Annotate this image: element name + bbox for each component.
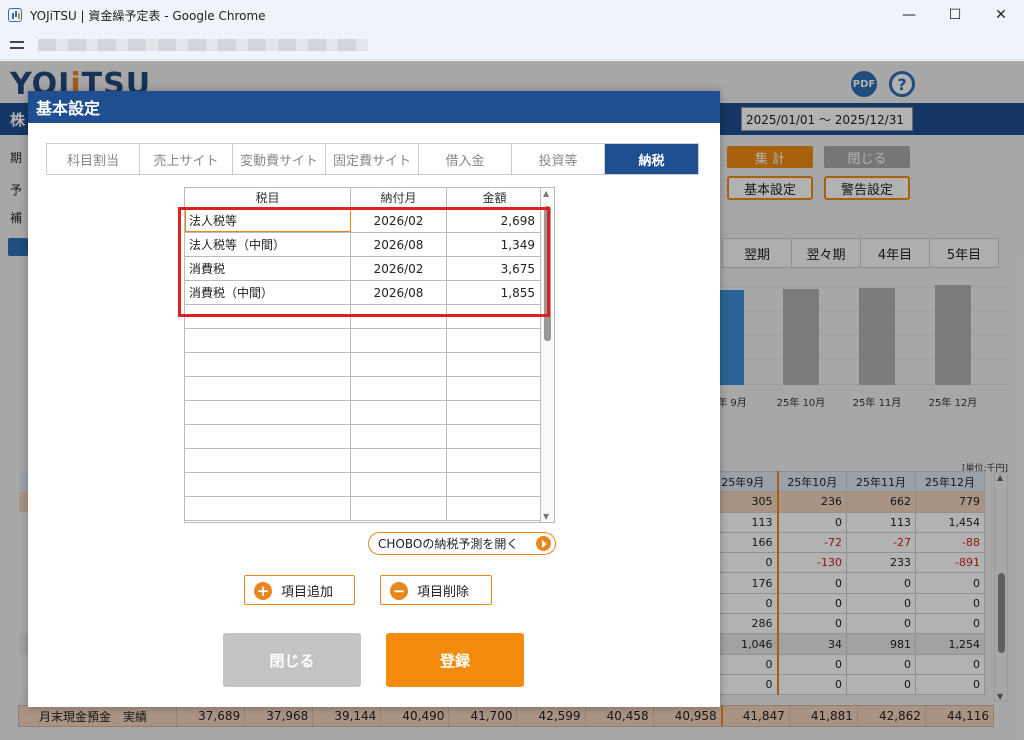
tax-item-cell[interactable] [185,449,351,472]
payment-month-cell[interactable] [351,449,447,472]
col-payment-month: 納付月 [351,188,447,208]
browser-title-bar: YOJiTSU | 資金繰予定表 - Google Chrome — ☐ ✕ [0,0,1024,30]
highlight-box [178,207,550,317]
maximize-button[interactable]: ☐ [932,0,978,30]
payment-month-cell[interactable] [351,377,447,400]
minus-icon: − [390,582,408,600]
payment-month-cell[interactable] [351,329,447,352]
tab-4[interactable]: 借入金 [419,144,512,174]
delete-item-button[interactable]: − 項目削除 [380,575,492,605]
payment-month-cell[interactable] [351,401,447,424]
register-button[interactable]: 登録 [386,633,524,687]
amount-cell[interactable] [447,497,540,520]
address-bar [0,30,1024,60]
tab-3[interactable]: 固定費サイト [326,144,419,174]
site-settings-icon[interactable] [10,39,24,51]
tax-row[interactable] [185,329,540,353]
tax-item-cell[interactable] [185,425,351,448]
add-item-button[interactable]: + 項目追加 [244,575,355,605]
tax-row[interactable] [185,473,540,497]
amount-cell[interactable] [447,329,540,352]
tax-row[interactable] [185,449,540,473]
tax-item-cell[interactable] [185,473,351,496]
dialog-close-button[interactable]: 閉じる [223,633,361,687]
settings-tabs: 科目割当 売上サイト 変動費サイト 固定費サイト 借入金 投資等 納税 [46,143,699,175]
amount-cell[interactable] [447,377,540,400]
amount-cell[interactable] [447,449,540,472]
col-tax-item: 税目 [185,188,351,208]
dialog-title: 基本設定 [28,91,720,123]
tax-item-cell[interactable] [185,377,351,400]
tax-item-cell[interactable] [185,497,351,520]
plus-icon: + [254,582,272,600]
tab-6[interactable]: 納税 [605,144,698,174]
basic-settings-dialog: 基本設定 科目割当 売上サイト 変動費サイト 固定費サイト 借入金 投資等 納税 税目 納付… [28,91,720,707]
arrow-right-icon [536,536,551,551]
yojitsu-app-icon [8,8,22,22]
tax-item-cell[interactable] [185,329,351,352]
amount-cell[interactable] [447,425,540,448]
tax-row[interactable] [185,401,540,425]
minimize-button[interactable]: — [886,0,932,30]
tax-row[interactable] [185,377,540,401]
tax-row[interactable] [185,425,540,449]
tab-0[interactable]: 科目割当 [47,144,140,174]
window-title: YOJiTSU | 資金繰予定表 - Google Chrome [30,8,266,23]
tax-item-cell[interactable] [185,353,351,376]
tax-row[interactable] [185,353,540,377]
blurred-url[interactable] [38,38,368,51]
tax-item-cell[interactable] [185,401,351,424]
amount-cell[interactable] [447,353,540,376]
payment-month-cell[interactable] [351,425,447,448]
col-amount: 金額 [447,188,540,208]
amount-cell[interactable] [447,401,540,424]
payment-month-cell[interactable] [351,473,447,496]
tax-row[interactable] [185,497,540,521]
chobo-tax-forecast-link[interactable]: CHOBOの納税予測を開く [368,532,556,555]
tab-1[interactable]: 売上サイト [140,144,233,174]
tab-5[interactable]: 投資等 [512,144,605,174]
close-window-button[interactable]: ✕ [978,0,1024,30]
tab-2[interactable]: 変動費サイト [233,144,326,174]
payment-month-cell[interactable] [351,497,447,520]
amount-cell[interactable] [447,473,540,496]
payment-month-cell[interactable] [351,353,447,376]
